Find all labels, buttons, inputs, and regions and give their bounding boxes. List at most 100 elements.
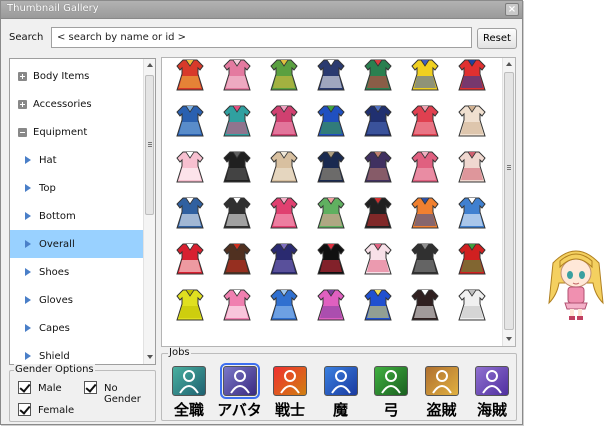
gallery-item[interactable] [166,282,214,328]
expand-plus-icon[interactable] [18,72,27,81]
gallery-item[interactable] [307,58,355,98]
expand-arrow-icon[interactable] [25,324,31,332]
scroll-down-icon[interactable] [506,337,512,341]
gallery-item[interactable] [307,282,355,328]
search-input[interactable] [51,27,472,48]
gallery-item[interactable] [307,236,355,282]
expand-arrow-icon[interactable] [25,240,31,248]
gallery-item[interactable] [213,190,261,236]
job-class-icon[interactable] [424,366,459,396]
overall-icon [317,289,345,321]
scroll-up-icon[interactable] [506,62,512,66]
gallery-item[interactable] [401,58,449,98]
job-filter-button[interactable]: 弓 [366,366,416,419]
gallery-scroll-thumb[interactable] [504,72,514,330]
gallery-item[interactable] [260,58,308,98]
gallery-item[interactable] [401,236,449,282]
gallery-item[interactable] [213,58,261,98]
tree-item-shield[interactable]: Shield [10,342,143,364]
tree-scroll-thumb[interactable] [145,75,154,215]
job-filter-button[interactable]: アバタ [215,363,265,419]
gallery-item[interactable] [448,282,496,328]
overall-icon [458,151,486,183]
expand-arrow-icon[interactable] [25,156,31,164]
gallery-item[interactable] [260,98,308,144]
gallery-item[interactable] [448,58,496,98]
tree-item-body-items[interactable]: Body Items [10,62,143,90]
job-class-icon[interactable] [172,366,206,396]
gallery-item[interactable] [213,236,261,282]
gallery-scrollbar[interactable] [502,58,515,346]
expand-plus-icon[interactable] [18,100,27,109]
job-class-icon[interactable] [219,363,260,399]
gallery-item[interactable] [166,236,214,282]
tree-item-bottom[interactable]: Bottom [10,202,143,230]
gallery-item[interactable] [260,144,308,190]
job-filter-button[interactable]: 魔 [316,366,366,419]
gallery-item[interactable] [354,144,402,190]
job-filter-button[interactable]: 戦士 [265,366,315,419]
expand-arrow-icon[interactable] [25,352,31,360]
no-gender-checkbox[interactable] [84,381,97,394]
gallery-item[interactable] [213,282,261,328]
gallery-item[interactable] [260,282,308,328]
job-class-icon[interactable] [323,366,358,396]
gallery-item[interactable] [166,144,214,190]
gallery-item[interactable] [354,98,402,144]
job-class-icon[interactable] [374,366,408,396]
tree-item-overall[interactable]: Overall [10,230,143,258]
gallery-item[interactable] [401,98,449,144]
gallery-item[interactable] [213,144,261,190]
male-checkbox[interactable] [18,381,31,394]
scroll-up-icon[interactable] [147,63,153,67]
gallery-item[interactable] [260,236,308,282]
gallery-item[interactable] [448,236,496,282]
gallery-item[interactable] [213,98,261,144]
close-button[interactable]: × [505,3,519,16]
gallery-item[interactable] [260,190,308,236]
expand-arrow-icon[interactable] [25,296,31,304]
gallery-item[interactable] [448,144,496,190]
person-silhouette-icon [179,370,199,394]
gallery-item[interactable] [307,144,355,190]
collapse-minus-icon[interactable] [18,128,27,137]
gallery-item[interactable] [354,190,402,236]
gallery-item[interactable] [307,190,355,236]
gallery-item[interactable] [307,98,355,144]
female-checkbox[interactable] [18,403,31,416]
reset-button[interactable]: Reset [477,28,517,49]
tree-item-capes[interactable]: Capes [10,314,143,342]
tree-item-label: Bottom [39,211,76,222]
gallery-item[interactable] [401,190,449,236]
gallery-item[interactable] [166,190,214,236]
tree-item-top[interactable]: Top [10,174,143,202]
no-gender-label: No Gender [104,383,141,405]
job-filter-button[interactable]: 海賊 [467,366,517,419]
gallery-item[interactable] [448,98,496,144]
scroll-down-icon[interactable] [147,355,153,359]
job-filter-button[interactable]: 盗賊 [417,366,467,419]
gallery-item[interactable] [354,282,402,328]
tree-item-hat[interactable]: Hat [10,146,143,174]
gallery-item[interactable] [354,236,402,282]
gallery-item[interactable] [448,190,496,236]
job-label: 全職 [173,401,204,419]
expand-arrow-icon[interactable] [25,268,31,276]
tree-item-shoes[interactable]: Shoes [10,258,143,286]
job-filter-button[interactable]: 全職 [164,366,214,419]
job-class-icon[interactable] [475,366,509,396]
gallery-item[interactable] [401,144,449,190]
tree-scrollbar[interactable] [143,59,155,364]
tree-item-accessories[interactable]: Accessories [10,90,143,118]
gallery-item[interactable] [166,98,214,144]
gallery-item[interactable] [401,282,449,328]
job-class-icon[interactable] [273,366,307,396]
tree-item-gloves[interactable]: Gloves [10,286,143,314]
expand-arrow-icon[interactable] [25,184,31,192]
expand-arrow-icon[interactable] [25,212,31,220]
gallery-item[interactable] [354,58,402,98]
overall-icon [364,151,392,183]
gallery-item[interactable] [166,58,214,98]
job-label: アバタ [217,401,262,419]
tree-item-equipment[interactable]: Equipment [10,118,143,146]
